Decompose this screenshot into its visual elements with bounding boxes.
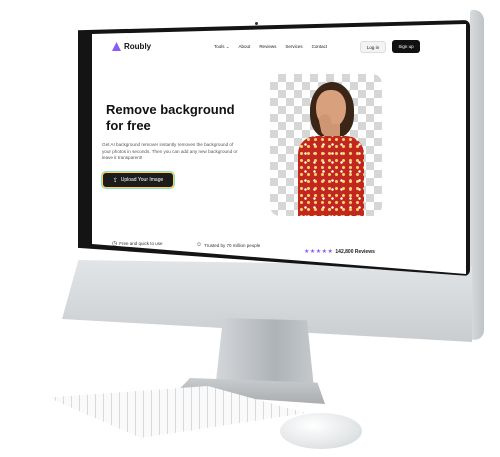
person-dress	[298, 136, 364, 216]
hero-title-line1: Remove background	[106, 102, 235, 117]
logo-triangle-icon	[112, 42, 121, 51]
hero-description: Get AI background remover instantly remo…	[102, 142, 238, 161]
scene: Roubly Tools ⌄ About Reviews Services Co…	[0, 0, 500, 457]
nav-link-contact[interactable]: Contact	[312, 44, 328, 50]
login-button[interactable]: Log in	[360, 41, 386, 53]
mouse	[280, 413, 362, 449]
feature-trusted: ☺ Trusted by 70 million people	[196, 242, 260, 248]
monitor-back	[470, 9, 484, 341]
upload-button-label: Upload Your Image	[120, 177, 164, 183]
website-screen: Roubly Tools ⌄ About Reviews Services Co…	[92, 24, 466, 274]
upload-image-button[interactable]: ⇪ Upload Your Image	[102, 172, 174, 188]
sample-photo	[270, 74, 382, 216]
nav-link-tools[interactable]: Tools ⌄	[214, 44, 230, 50]
upload-icon: ⇪	[112, 177, 118, 184]
feature-trusted-label: Trusted by 70 million people	[204, 242, 261, 248]
camera-icon	[255, 22, 258, 25]
feature-reviews: ★★★★★ 142,800 Reviews	[304, 248, 375, 256]
hero-title-line2: for free	[106, 118, 151, 134]
nav-link-reviews[interactable]: Reviews	[259, 44, 276, 50]
star-rating: ★★★★★	[304, 249, 334, 255]
signup-button[interactable]: Sign up	[392, 40, 420, 53]
reviews-count: 142,800 Reviews	[335, 248, 375, 255]
navbar: Roubly Tools ⌄ About Reviews Services Co…	[102, 38, 458, 62]
feature-free: ◷ Free and quick to use	[112, 240, 163, 247]
nav-links: Tools ⌄ About Reviews Services Contact	[214, 44, 327, 50]
nav-link-about[interactable]: About	[239, 44, 251, 50]
nav-link-services[interactable]: Services	[285, 44, 302, 50]
hero-title: Remove background for free	[106, 102, 256, 135]
logo-text: Roubly	[124, 42, 152, 51]
users-icon: ☺	[196, 242, 203, 248]
feature-free-label: Free and quick to use	[119, 241, 163, 246]
logo[interactable]: Roubly	[112, 42, 151, 51]
